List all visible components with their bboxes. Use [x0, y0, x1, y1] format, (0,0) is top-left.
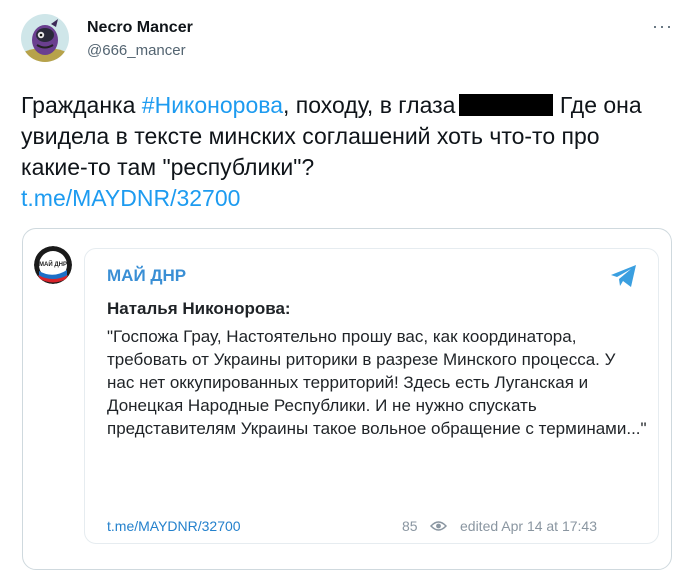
user-handle[interactable]: @666_mancer: [87, 42, 186, 59]
channel-name[interactable]: МАЙ ДНР: [107, 266, 186, 286]
eye-icon: [430, 521, 447, 531]
hashtag-link[interactable]: #Никонорова: [142, 92, 283, 118]
redaction-bar: [459, 94, 554, 116]
message-quote: "Госпожа Грау, Настоятельно прошу вас, к…: [107, 325, 647, 440]
tweet-text-part: , походу, в глаза: [283, 92, 456, 118]
view-count: 85: [402, 518, 418, 534]
link-preview-card[interactable]: МАЙ ДНР МАЙ ДНР Наталья Никонорова: "Гос…: [22, 228, 672, 570]
telegram-plane-icon: [611, 265, 636, 287]
display-name[interactable]: Necro Mancer: [87, 19, 193, 37]
telegram-message: МАЙ ДНР Наталья Никонорова: "Госпожа Гра…: [84, 248, 659, 544]
tweet: Necro Mancer @666_mancer ··· Гражданка #…: [0, 0, 693, 583]
user-avatar[interactable]: [21, 14, 69, 62]
tweet-link[interactable]: t.me/MAYDNR/32700: [21, 185, 240, 211]
more-icon[interactable]: ···: [652, 16, 673, 37]
edited-timestamp: edited Apr 14 at 17:43: [460, 518, 597, 534]
message-author: Наталья Никонорова:: [107, 299, 291, 318]
tweet-text: Гражданка #Никонорова, походу, в глаза Г…: [21, 90, 671, 214]
tweet-text-part: Гражданка: [21, 92, 142, 118]
channel-avatar: МАЙ ДНР: [34, 246, 72, 284]
channel-avatar-text: МАЙ ДНР: [39, 260, 67, 268]
message-link[interactable]: t.me/MAYDNR/32700: [107, 518, 241, 534]
